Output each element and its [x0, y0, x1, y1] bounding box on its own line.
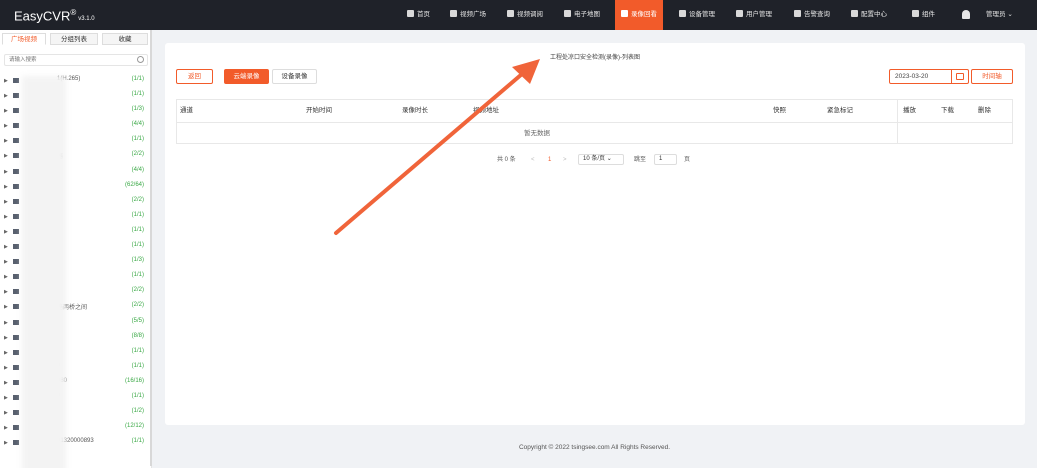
- arrow-shaft: [334, 72, 524, 235]
- annotation-arrow: [334, 59, 540, 235]
